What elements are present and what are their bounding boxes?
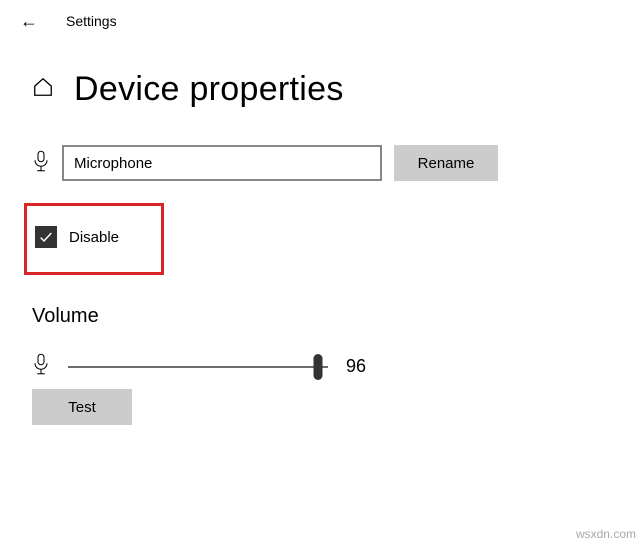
device-name-row: Rename (32, 145, 624, 181)
volume-heading: Volume (32, 305, 624, 328)
volume-slider-track (68, 366, 328, 368)
disable-label: Disable (69, 229, 119, 246)
volume-value: 96 (346, 356, 376, 377)
disable-checkbox[interactable] (35, 226, 57, 248)
test-button[interactable]: Test (32, 389, 132, 425)
volume-microphone-icon (32, 352, 50, 381)
rename-button[interactable]: Rename (394, 145, 498, 181)
watermark: wsxdn.com (576, 527, 636, 541)
disable-highlight-box: Disable (24, 203, 164, 275)
microphone-icon (32, 149, 50, 178)
volume-slider-thumb[interactable] (313, 354, 322, 380)
device-name-input[interactable] (62, 145, 382, 181)
home-icon[interactable] (32, 76, 54, 103)
volume-slider[interactable] (68, 355, 328, 379)
back-button[interactable]: ← (20, 12, 38, 30)
window-title: Settings (66, 13, 117, 29)
page-title: Device properties (74, 70, 344, 109)
